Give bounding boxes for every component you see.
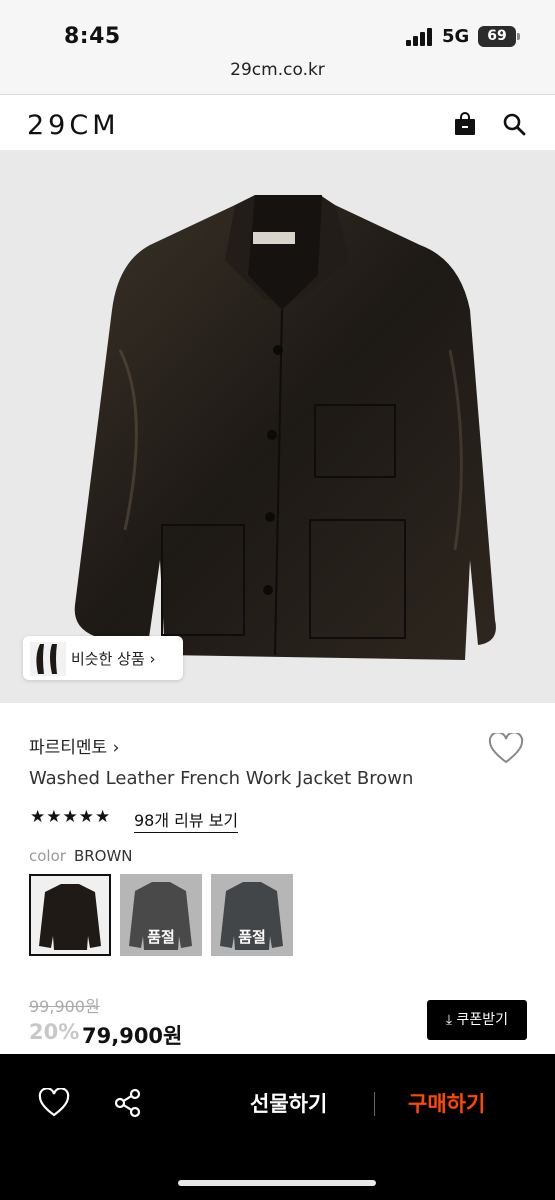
- discount-rate: 20%: [29, 1020, 80, 1044]
- color-swatch-2[interactable]: 품절: [120, 874, 202, 956]
- status-bar: 8:45 5G 69 29cm.co.kr: [0, 0, 555, 95]
- color-row: color BROWN: [29, 847, 133, 865]
- coupon-button[interactable]: ⤓ 쿠폰받기: [427, 1000, 527, 1040]
- site-header: 29CM: [0, 96, 555, 152]
- color-value: BROWN: [73, 847, 133, 865]
- battery-icon: 69: [478, 26, 520, 47]
- search-icon[interactable]: [502, 112, 526, 136]
- product-image[interactable]: [0, 150, 555, 703]
- color-label: color: [29, 847, 66, 865]
- leather-jacket-image: [74, 195, 496, 660]
- signal-icon: [406, 28, 434, 46]
- buy-button[interactable]: 구매하기: [408, 1088, 485, 1118]
- sold-out-label: 품절: [238, 928, 266, 946]
- shopping-bag-icon[interactable]: [454, 112, 476, 136]
- heart-icon[interactable]: [38, 1088, 70, 1118]
- similar-products-button[interactable]: 비슷한 상품 ›: [23, 636, 183, 680]
- status-time: 8:45: [64, 24, 121, 49]
- gift-button[interactable]: 선물하기: [250, 1088, 327, 1118]
- similar-products-label: 비슷한 상품 ›: [71, 650, 156, 668]
- rating-stars: ★★★★★: [30, 807, 112, 827]
- reviews-link[interactable]: 98개 리뷰 보기: [134, 807, 239, 833]
- share-icon[interactable]: [113, 1088, 143, 1118]
- sold-out-label: 품절: [147, 928, 175, 946]
- original-price: 99,900원: [29, 997, 100, 1016]
- swatch-jacket-image: [39, 884, 101, 950]
- address-bar-url[interactable]: 29cm.co.kr: [0, 60, 555, 80]
- bottom-action-bar: 선물하기 구매하기: [0, 1054, 555, 1200]
- sale-price: 79,900원: [82, 1024, 183, 1048]
- product-title: Washed Leather French Work Jacket Brown: [29, 768, 414, 789]
- site-logo[interactable]: 29CM: [27, 110, 120, 141]
- bar-divider: [374, 1092, 375, 1116]
- wishlist-heart-icon[interactable]: [488, 733, 524, 765]
- network-type: 5G: [442, 26, 470, 47]
- similar-thumbnail: [30, 642, 66, 676]
- home-indicator[interactable]: [178, 1180, 376, 1186]
- color-swatch-brown[interactable]: [29, 874, 111, 956]
- brand-link[interactable]: 파르티멘토 ›: [29, 733, 119, 758]
- color-swatch-3[interactable]: 품절: [211, 874, 293, 956]
